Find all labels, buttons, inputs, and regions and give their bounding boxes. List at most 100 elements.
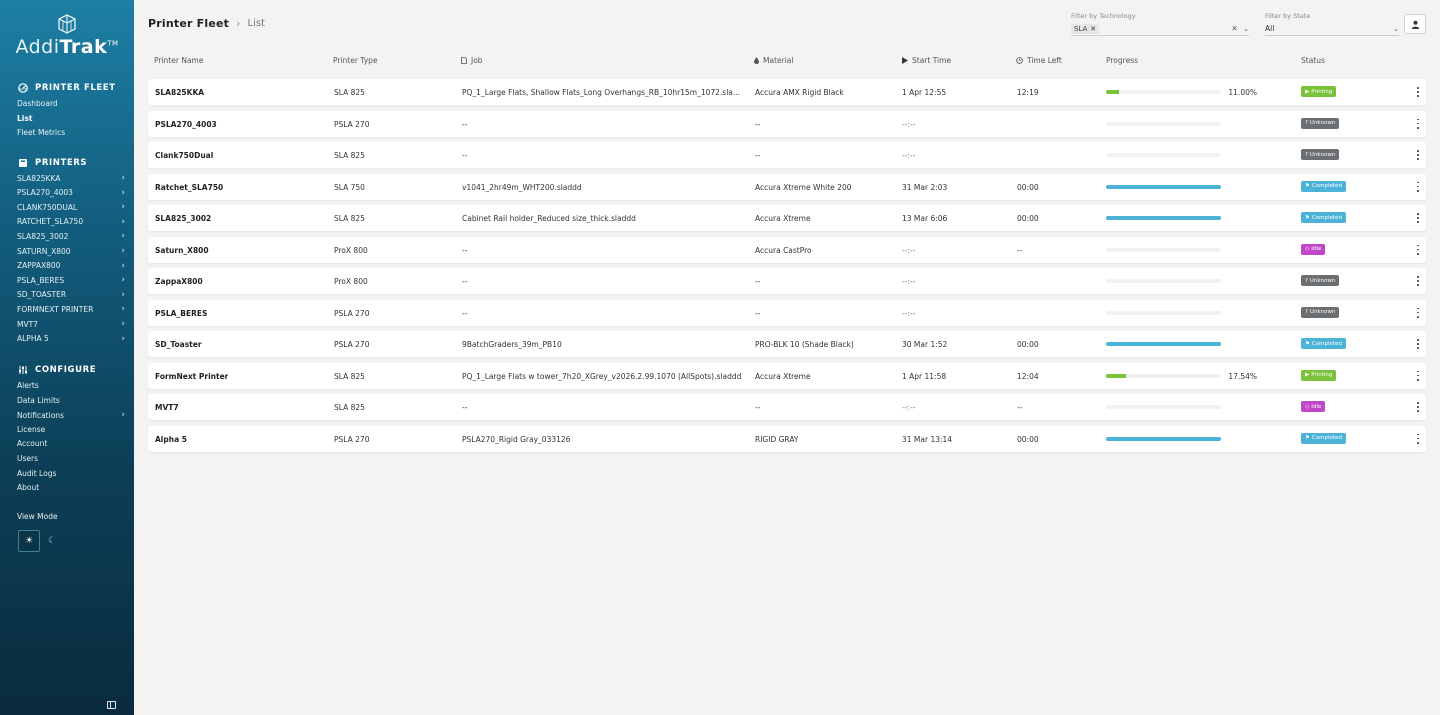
more-options-icon[interactable]	[1416, 276, 1420, 286]
chevron-right-icon: ›	[121, 216, 125, 227]
col-progress[interactable]: Progress	[1106, 56, 1138, 65]
state-filter[interactable]: Filter by State All ⌄	[1265, 12, 1399, 36]
sidebar-item-printer[interactable]: SATURN_X800 ›	[17, 246, 125, 256]
col-printer-type[interactable]: Printer Type	[333, 56, 378, 65]
table-row[interactable]: FormNext Printer SLA 825 PQ_1_Large Flats …	[148, 362, 1426, 389]
printer-name[interactable]: Clank750Dual	[155, 151, 213, 160]
status-label: Completed	[1311, 183, 1342, 189]
more-options-icon[interactable]	[1416, 339, 1420, 349]
sidebar-item-audit-logs[interactable]: Audit Logs	[17, 469, 125, 478]
more-options-icon[interactable]	[1416, 87, 1420, 97]
table-row[interactable]: MVT7 SLA 825 -- -- --:-- -- ◇ Idle	[148, 394, 1426, 420]
col-start-time[interactable]: Start Time	[902, 56, 951, 65]
sidebar: AddiTrakTM PRINTER FLEET Dashboard List Fl…	[0, 0, 134, 715]
sidebar-item-users[interactable]: Users	[17, 454, 125, 463]
table-row[interactable]: Clank750Dual SLA 825 -- -- --:--? Unknown	[148, 142, 1426, 168]
sidebar-item-printer[interactable]: RATCHET_SLA750 ›	[17, 217, 125, 227]
status-badge: ⚑ Completed	[1301, 432, 1346, 444]
more-options-icon[interactable]	[1416, 370, 1420, 381]
col-material[interactable]: Material	[754, 56, 793, 65]
progress-bar	[1106, 184, 1221, 189]
clear-icon[interactable]: ✕	[1231, 24, 1237, 33]
sidebar-item-account[interactable]: Account	[17, 439, 125, 448]
printer-name[interactable]: SLA825_3002	[155, 214, 211, 223]
more-options-icon[interactable]	[1416, 181, 1420, 192]
sidebar-item-dashboard[interactable]: Dashboard	[17, 99, 125, 108]
chevron-right-icon: ›	[121, 173, 125, 183]
printer-name[interactable]: Alpha 5	[155, 435, 187, 444]
more-options-icon[interactable]	[1416, 402, 1420, 412]
sidebar-item-about[interactable]: About	[17, 483, 125, 492]
sidebar-item-label: Account	[17, 439, 48, 449]
sidebar-item-notifications[interactable]: Notifications ›	[17, 410, 125, 420]
sidebar-item-printer[interactable]: CLANK750DUAL ›	[17, 202, 125, 212]
sidebar-item-printer[interactable]: FORMNEXT PRINTER ›	[17, 304, 125, 314]
chevron-right-icon: ›	[121, 319, 125, 329]
table-row[interactable]: SLA825_3002 SLA 825 Cabinet Rail holder_Re…	[148, 205, 1426, 231]
col-job[interactable]: Job	[461, 56, 483, 65]
sidebar-item-list[interactable]: List	[17, 114, 125, 123]
printer-name[interactable]: FormNext Printer	[155, 372, 228, 381]
sidebar-item-fleet-metrics[interactable]: Fleet Metrics	[17, 128, 125, 137]
brand-logo[interactable]: AddiTrakTM	[0, 14, 134, 68]
play-icon: ▶	[1305, 372, 1310, 378]
printer-name[interactable]: SD_Toaster	[155, 340, 202, 349]
sidebar-item-printer[interactable]: PSLA_BERES ›	[17, 275, 125, 285]
sidebar-item-printer[interactable]: SD_TOASTER ›	[17, 290, 125, 300]
job-name: --	[462, 119, 468, 129]
table-row[interactable]: ZappaX800 ProX 800 -- -- --:--? Unknown	[148, 268, 1426, 294]
light-mode-button[interactable]: ☀	[18, 530, 40, 552]
technology-filter[interactable]: Filter by Technology SLA ✕ ✕ ⌄	[1071, 12, 1249, 36]
sidebar-item-printer[interactable]: SLA825KKA ›	[17, 173, 125, 183]
printer-type: SLA 825	[334, 214, 365, 223]
table-row[interactable]: PSLA270_4003 PSLA 270 -- -- --:--? Unknown	[148, 110, 1426, 137]
table-row[interactable]: SLA825KKA SLA 825 PQ_1_Large Flats, Shallo…	[148, 79, 1426, 105]
sidebar-item-printer[interactable]: PSLA270_4003 ›	[17, 188, 125, 198]
printer-name[interactable]: MVT7	[155, 403, 179, 412]
printer-name[interactable]: SLA825KKA	[155, 88, 204, 97]
flag-icon: ⚑	[1305, 214, 1310, 221]
chevron-down-icon[interactable]: ⌄	[1243, 24, 1249, 33]
sidebar-item-alerts[interactable]: Alerts	[17, 381, 125, 390]
user-menu-button[interactable]	[1404, 14, 1426, 34]
technology-chip[interactable]: SLA ✕	[1071, 23, 1100, 34]
chevron-right-icon: ›	[121, 246, 125, 256]
more-options-icon[interactable]	[1416, 244, 1420, 255]
collapse-sidebar-icon[interactable]	[107, 701, 116, 709]
printer-type: PSLA 270	[334, 434, 370, 444]
page-title[interactable]: Printer Fleet	[148, 17, 229, 30]
table-row[interactable]: SD_Toaster PSLA 270 9BatchGraders_39m_PB10…	[148, 331, 1426, 357]
more-options-icon[interactable]	[1416, 213, 1420, 223]
table-row[interactable]: Alpha 5 PSLA 270 PSLA270_Rigid Gray_033126…	[148, 425, 1426, 452]
sidebar-item-printer[interactable]: ALPHA 5 ›	[17, 334, 125, 344]
more-options-icon[interactable]	[1416, 150, 1420, 160]
sidebar-item-printer[interactable]: ZAPPAX800 ›	[17, 261, 125, 271]
printer-name[interactable]: Saturn_X800	[155, 246, 209, 255]
dark-mode-button[interactable]: ☾	[41, 530, 63, 552]
printer-name[interactable]: ZappaX800	[155, 277, 203, 286]
chevron-down-icon[interactable]: ⌄	[1393, 24, 1399, 33]
table-row[interactable]: Saturn_X800 ProX 800 -- Accura CastPro --:--…	[148, 236, 1426, 263]
sidebar-item-data-limits[interactable]: Data Limits	[17, 396, 125, 405]
col-time-left[interactable]: Time Left	[1016, 56, 1062, 65]
sidebar-item-license[interactable]: License	[17, 425, 125, 434]
status-badge: ? Unknown	[1301, 306, 1340, 318]
sidebar-item-label: ZAPPAX800	[17, 261, 61, 271]
more-options-icon[interactable]	[1416, 433, 1420, 444]
col-printer-name[interactable]: Printer Name	[154, 56, 203, 65]
printer-name[interactable]: Ratchet_SLA750	[155, 183, 223, 192]
chip-remove-icon[interactable]: ✕	[1090, 25, 1096, 33]
col-status[interactable]: Status	[1301, 56, 1325, 65]
question-circle-icon: ?	[1305, 309, 1308, 315]
printer-name[interactable]: PSLA270_4003	[155, 120, 217, 129]
table-row[interactable]: Ratchet_SLA750 SLA 750 v1041_2hr49m_WHT200…	[148, 173, 1426, 200]
more-options-icon[interactable]	[1416, 118, 1420, 129]
job-name: 9BatchGraders_39m_PB10	[462, 340, 562, 349]
sidebar-item-printer[interactable]: MVT7 ›	[17, 319, 125, 329]
table-row[interactable]: PSLA_BERES PSLA 270 -- -- --:--? Unknown	[148, 299, 1426, 326]
sidebar-item-label: Dashboard	[17, 99, 58, 108]
more-options-icon[interactable]	[1416, 307, 1420, 318]
printer-name[interactable]: PSLA_BERES	[155, 309, 207, 318]
sliders-icon	[17, 364, 28, 375]
sidebar-item-printer[interactable]: SLA825_3002 ›	[17, 231, 125, 241]
